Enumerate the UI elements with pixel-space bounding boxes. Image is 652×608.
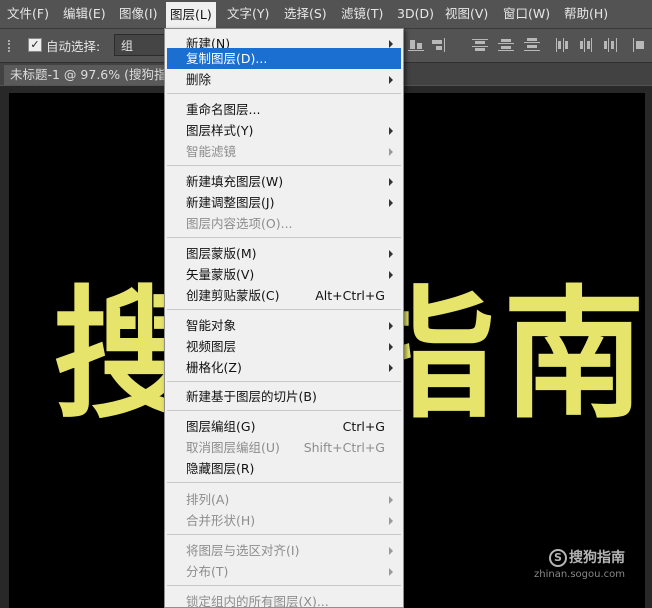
watermark-title: 搜狗指南 [569,550,625,566]
submenu-arrow-icon [389,343,393,351]
submenu-arrow-icon [389,250,393,258]
menu-item-new-layer-based-slice[interactable]: 新建基于图层的切片(B) [167,386,401,407]
menu-window[interactable]: 窗口(W) [499,0,554,28]
menu-view[interactable]: 视图(V) [441,0,492,28]
menu-item-ungroup-layers[interactable]: 取消图层编组(U) Shift+Ctrl+G [167,437,401,458]
menu-item-distribute[interactable]: 分布(T) [167,561,401,582]
shortcut-label: Alt+Ctrl+G [315,288,385,303]
menu-image[interactable]: 图像(I) [115,0,161,28]
menu-item-new-fill-layer[interactable]: 新建填充图层(W) [167,171,401,192]
watermark-url: zhinan.sogou.com [533,569,625,580]
menu-item-rename-layer[interactable]: 重命名图层... [167,99,401,120]
menu-separator [167,482,401,483]
submenu-arrow-icon [389,148,393,156]
menu-item-arrange[interactable]: 排列(A) [167,489,401,510]
menu-separator [167,237,401,238]
menu-item-align-layers-to-selection[interactable]: 将图层与选区对齐(I) [167,540,401,561]
submenu-arrow-icon [389,322,393,330]
align-right-icon[interactable] [430,38,446,52]
menu-filter[interactable]: 滤镜(T) [337,0,387,28]
distribute-vcenter-icon[interactable] [498,38,514,52]
submenu-arrow-icon [389,547,393,555]
menu-item-rasterize[interactable]: 栅格化(Z) [167,357,401,378]
menu-separator [167,93,401,94]
menu-bar: 文件(F) 编辑(E) 图像(I) 图层(L) 文字(Y) 选择(S) 滤镜(T… [0,0,652,29]
submenu-arrow-icon [389,568,393,576]
menu-help[interactable]: 帮助(H) [560,0,612,28]
auto-select-label: 自动选择: [46,39,101,54]
menu-separator [167,165,401,166]
align-bottom-icon[interactable] [408,38,424,52]
menu-item-layer-style[interactable]: 图层样式(Y) [167,120,401,141]
distribute-top-icon[interactable] [472,38,488,52]
menu-3d[interactable]: 3D(D) [393,0,438,28]
menu-item-create-clipping-mask[interactable]: 创建剪贴蒙版(C) Alt+Ctrl+G [167,285,401,306]
menu-item-layer-content-options[interactable]: 图层内容选项(O)... [167,213,401,234]
auto-align-icon[interactable] [632,38,648,52]
document-tab[interactable]: 未标题-1 @ 97.6% (搜狗指南 [4,65,185,85]
menu-item-combine-shapes[interactable]: 合并形状(H) [167,510,401,531]
submenu-arrow-icon [389,76,393,84]
menu-separator [167,410,401,411]
watermark: S 搜狗指南 zhinan.sogou.com [534,547,625,580]
distribute-left-icon[interactable] [555,38,571,52]
menu-separator [167,381,401,382]
submenu-arrow-icon [389,496,393,504]
menu-item-delete[interactable]: 删除 [167,69,401,90]
menu-item-hide-layers[interactable]: 隐藏图层(R) [167,458,401,479]
distribute-hcenter-icon[interactable] [579,38,595,52]
sogou-logo-icon: S [549,549,567,567]
menu-item-lock-all-layers-in-group[interactable]: 锁定组内的所有图层(X)... [167,591,401,607]
menu-layer[interactable]: 图层(L) [166,2,216,28]
menu-separator [167,534,401,535]
menu-item-video-layers[interactable]: 视频图层 [167,336,401,357]
menu-item-smart-object[interactable]: 智能对象 [167,315,401,336]
distribute-right-icon[interactable] [603,38,619,52]
layer-dropdown-menu: 新建(N) 复制图层(D)... 删除 重命名图层... 图层样式(Y) 智能滤… [164,28,404,608]
shortcut-label: Shift+Ctrl+G [303,440,385,455]
auto-select-checkbox[interactable]: ✓ [28,38,42,52]
submenu-arrow-icon [389,178,393,186]
menu-item-smart-filter[interactable]: 智能滤镜 [167,141,401,162]
menu-separator [167,309,401,310]
menu-item-duplicate-layer[interactable]: 复制图层(D)... [167,48,401,69]
toolbar-grip-icon[interactable] [8,40,14,52]
menu-separator [167,585,401,586]
menu-item-group-layers[interactable]: 图层编组(G) Ctrl+G [167,416,401,437]
auto-select-target-select[interactable]: 组 [114,34,166,56]
shortcut-label: Ctrl+G [342,419,385,434]
menu-item-layer-mask[interactable]: 图层蒙版(M) [167,243,401,264]
submenu-arrow-icon [389,271,393,279]
submenu-arrow-icon [389,127,393,135]
submenu-arrow-icon [389,364,393,372]
menu-type[interactable]: 文字(Y) [223,0,273,28]
menu-item-new-adjustment-layer[interactable]: 新建调整图层(J) [167,192,401,213]
submenu-arrow-icon [389,517,393,525]
submenu-arrow-icon [389,40,393,48]
submenu-arrow-icon [389,199,393,207]
menu-select[interactable]: 选择(S) [280,0,331,28]
menu-item-vector-mask[interactable]: 矢量蒙版(V) [167,264,401,285]
menu-file[interactable]: 文件(F) [3,0,53,28]
distribute-bottom-icon[interactable] [524,38,540,52]
menu-edit[interactable]: 编辑(E) [59,0,110,28]
